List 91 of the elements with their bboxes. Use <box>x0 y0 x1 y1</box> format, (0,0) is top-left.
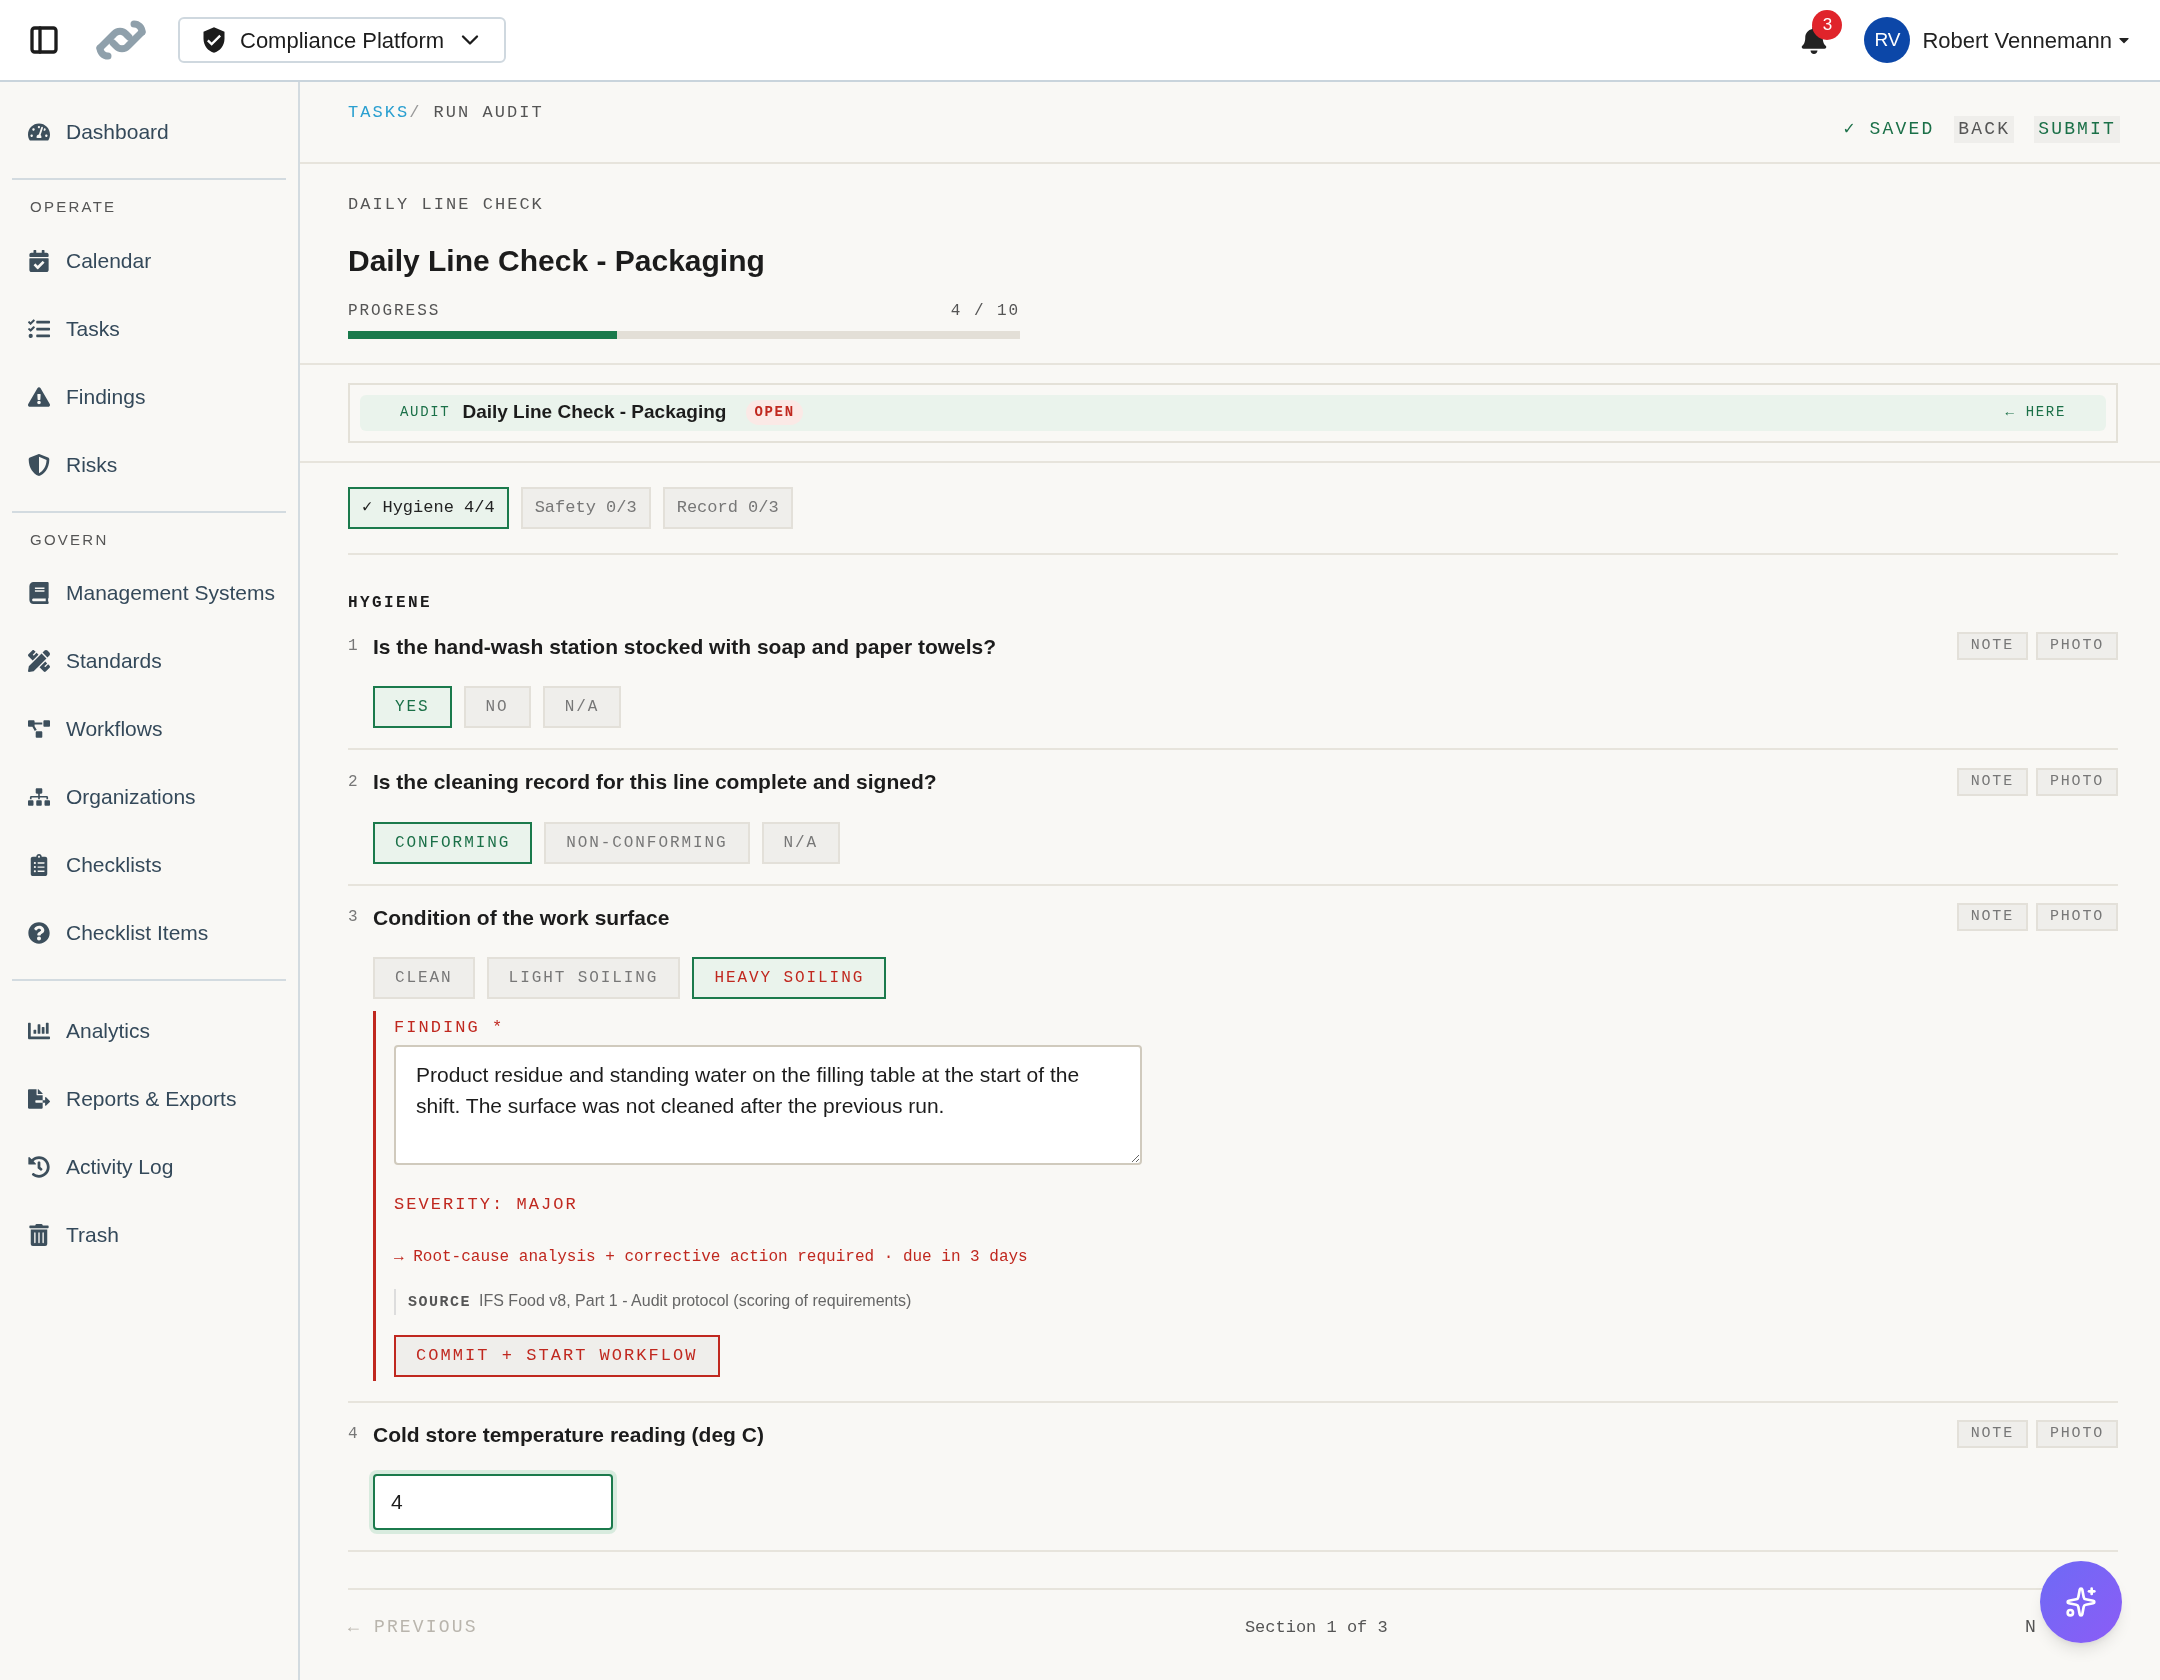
progress-count: 4 / 10 <box>950 300 1020 322</box>
commit-workflow-button[interactable]: COMMIT + START WORKFLOW <box>394 1334 720 1377</box>
sidebar-item[interactable]: Organizations <box>12 763 286 831</box>
note-button[interactable]: NOTE <box>1956 632 2028 661</box>
saved-status: ✓ SAVED <box>1843 118 1935 141</box>
sidebar-item[interactable]: Checklist Items <box>12 899 286 967</box>
source-label: SOURCE <box>408 1293 471 1313</box>
section-tab[interactable]: ✓ Hygiene 4/4 <box>348 486 509 529</box>
calendar-icon <box>28 249 50 272</box>
answer-option[interactable]: CLEAN <box>373 957 475 999</box>
answer-option[interactable]: HEAVY SOILING <box>692 957 887 999</box>
question-number: 1 <box>348 636 359 658</box>
trash-icon <box>28 1224 50 1246</box>
sidebar-section-label: GOVERN <box>29 529 110 550</box>
sparkle-icon <box>2065 1586 2097 1618</box>
sidebar-item[interactable]: Management Systems <box>12 559 286 627</box>
section-tab[interactable]: Safety 0/3 <box>520 486 651 529</box>
sidebar-item[interactable]: Dashboard <box>12 98 286 166</box>
audit-tag: AUDIT <box>400 402 451 423</box>
submit-button[interactable]: SUBMIT <box>2034 116 2120 143</box>
audit-name: Daily Line Check - Packaging <box>462 400 727 425</box>
answer-option[interactable]: N/A <box>542 686 622 728</box>
question-number: 2 <box>348 771 359 793</box>
question-number: 4 <box>348 1424 359 1446</box>
breadcrumb-link[interactable]: TASKS <box>348 100 410 126</box>
user-avatar[interactable]: RV <box>1864 17 1911 63</box>
diagram-icon <box>28 718 50 740</box>
breadcrumb-current: RUN AUDIT <box>433 102 544 124</box>
photo-button[interactable]: PHOTO <box>2036 632 2118 661</box>
book-icon <box>28 582 50 604</box>
back-button[interactable]: BACK <box>1954 116 2015 143</box>
note-button[interactable]: NOTE <box>1956 1420 2028 1449</box>
question-text: Is the hand-wash station stocked with soap and paper towels? <box>373 633 997 660</box>
sidebar-item[interactable]: Checklists <box>12 831 286 899</box>
answer-option[interactable]: LIGHT SOILING <box>486 957 681 999</box>
file-export-icon <box>28 1088 50 1110</box>
notification-badge: 3 <box>1812 10 1843 40</box>
sidebar-item[interactable]: Findings <box>12 362 286 431</box>
question-text: Condition of the work surface <box>373 904 670 931</box>
user-menu[interactable]: Robert Vennemann <box>1922 23 2132 57</box>
bar-chart-icon <box>28 1020 50 1042</box>
question-text: Cold store temperature reading (deg C) <box>373 1421 764 1448</box>
sidebar-item[interactable]: Reports & Exports <box>12 1065 286 1133</box>
section-heading: HYGIENE <box>348 592 433 614</box>
sidebar-item[interactable]: Analytics <box>12 997 286 1065</box>
sidebar-item[interactable]: Trash <box>12 1201 286 1269</box>
sidebar-item[interactable]: Activity Log <box>12 1133 286 1201</box>
workspace-dropdown[interactable]: Compliance Platform <box>178 17 507 63</box>
section-indicator: Section 1 of 3 <box>1244 1616 1388 1639</box>
note-button[interactable]: NOTE <box>1956 767 2028 796</box>
question-icon <box>28 922 50 944</box>
sidebar-toggle-icon[interactable] <box>28 24 60 56</box>
required-action-text: → Root-cause analysis + corrective action required · due in 3 days <box>394 1247 1029 1268</box>
severity-label: SEVERITY: MAJOR <box>394 1193 579 1216</box>
progress-label: PROGRESS <box>348 300 441 322</box>
temperature-field[interactable]: 4 <box>373 1474 613 1530</box>
finding-textarea[interactable]: Product residue and standing water on the filling table at the start of the shift. The surface was not cleaned after the previous run. <box>394 1044 1142 1165</box>
page-title: Daily Line Check - Packaging <box>348 242 766 279</box>
question-text: Is the cleaning record for this line complete and signed? <box>373 769 937 795</box>
sidebar-item[interactable]: Standards <box>12 627 286 695</box>
answer-option[interactable]: NO <box>463 686 531 728</box>
gauge-icon <box>28 121 50 143</box>
sidebar-item[interactable]: Calendar <box>12 226 286 295</box>
finding-label: FINDING * <box>394 1017 506 1039</box>
sidebar-section-label: OPERATE <box>29 197 118 217</box>
clipboard-icon <box>28 854 50 876</box>
question-number: 3 <box>348 907 359 929</box>
answer-option[interactable]: N/A <box>761 821 841 864</box>
sidebar-item[interactable]: Workflows <box>12 695 286 763</box>
sidebar-item[interactable]: Tasks <box>12 294 286 363</box>
history-icon <box>28 1156 50 1178</box>
checklist-icon <box>28 317 50 340</box>
section-tab[interactable]: Record 0/3 <box>662 486 793 529</box>
photo-button[interactable]: PHOTO <box>2036 767 2118 796</box>
sitemap-icon <box>28 786 50 808</box>
checklist-type-label: DAILY LINE CHECK <box>348 194 545 216</box>
warning-icon <box>28 385 50 408</box>
status-badge: OPEN <box>746 400 803 425</box>
shield-icon <box>28 453 50 476</box>
answer-option[interactable]: CONFORMING <box>373 821 533 864</box>
note-button[interactable]: NOTE <box>1956 903 2028 932</box>
ruler-icon <box>28 650 50 672</box>
photo-button[interactable]: PHOTO <box>2036 1420 2118 1449</box>
next-button[interactable]: N <box>2025 1614 2038 1641</box>
source-text: IFS Food v8, Part 1 - Audit protocol (scoring of requirements) <box>479 1291 912 1311</box>
photo-button[interactable]: PHOTO <box>2036 903 2118 932</box>
here-link[interactable]: ← HERE <box>2005 402 2066 423</box>
breadcrumb-separator: / <box>409 102 422 124</box>
sidebar-item[interactable]: Risks <box>12 430 286 499</box>
answer-option[interactable]: YES <box>373 686 452 728</box>
answer-option[interactable]: NON-CONFORMING <box>544 821 750 864</box>
